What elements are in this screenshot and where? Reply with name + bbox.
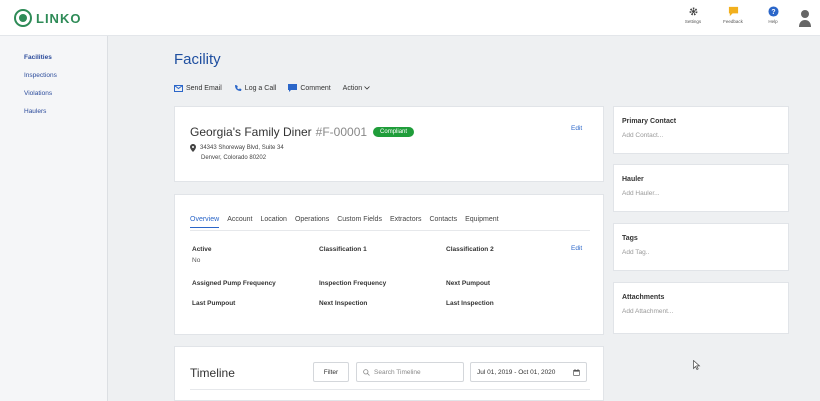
search-icon bbox=[363, 368, 370, 376]
attachments-title: Attachments bbox=[622, 294, 665, 301]
facility-header-card: Georgia's Family Diner #F-00001 Complian… bbox=[174, 106, 604, 182]
sidebar-item-violations[interactable]: Violations bbox=[24, 90, 52, 97]
calendar-icon bbox=[573, 368, 580, 376]
gear-icon bbox=[687, 5, 699, 17]
feedback-button[interactable]: Feedback bbox=[718, 5, 748, 24]
facility-id: #F-00001 bbox=[315, 125, 368, 139]
settings-button[interactable]: Settings bbox=[678, 5, 708, 24]
sidebar: Facilities Inspections Violations Hauler… bbox=[0, 36, 108, 401]
tab-divider bbox=[190, 230, 590, 231]
next-inspection-label: Next Inspection bbox=[319, 300, 368, 307]
timeline-card: Timeline Filter Search Timeline Jul 01, … bbox=[174, 346, 604, 401]
address-line-2: Denver, Colorado 80202 bbox=[201, 155, 267, 161]
assigned-pump-frequency-label: Assigned Pump Frequency bbox=[192, 280, 276, 287]
timeline-search-input[interactable]: Search Timeline bbox=[356, 362, 464, 382]
search-placeholder: Search Timeline bbox=[374, 368, 421, 376]
filter-label: Filter bbox=[323, 368, 339, 376]
address-line-1: 34343 Shoreway Blvd, Suite 34 bbox=[190, 144, 284, 152]
date-range-value: Jul 01, 2019 - Oct 01, 2020 bbox=[477, 368, 556, 376]
filter-button[interactable]: Filter bbox=[313, 362, 349, 382]
add-contact-link[interactable]: Add Contact... bbox=[622, 132, 663, 139]
tab-equipment[interactable]: Equipment bbox=[465, 216, 498, 228]
tags-title: Tags bbox=[622, 235, 638, 242]
classification-2-label: Classification 2 bbox=[446, 246, 494, 253]
envelope-icon bbox=[174, 84, 183, 92]
next-pumpout-label: Next Pumpout bbox=[446, 280, 491, 287]
tab-operations[interactable]: Operations bbox=[295, 216, 329, 228]
hauler-title: Hauler bbox=[622, 176, 644, 183]
tab-location[interactable]: Location bbox=[260, 216, 286, 228]
tab-contacts[interactable]: Contacts bbox=[429, 216, 457, 228]
classification-1-label: Classification 1 bbox=[319, 246, 367, 253]
tab-bar: Overview Account Location Operations Cus… bbox=[190, 216, 507, 228]
svg-text:?: ? bbox=[771, 8, 775, 15]
top-icons: Settings Feedback ? Help bbox=[678, 5, 812, 28]
inspection-frequency-label: Inspection Frequency bbox=[319, 280, 387, 287]
help-icon: ? bbox=[767, 5, 779, 17]
status-badge: Compliant bbox=[373, 127, 415, 137]
add-hauler-link[interactable]: Add Hauler... bbox=[622, 190, 660, 197]
chevron-down-icon bbox=[364, 86, 370, 90]
add-tag-link[interactable]: Add Tag.. bbox=[622, 249, 649, 256]
user-avatar-icon[interactable] bbox=[798, 8, 812, 28]
attachments-card: Attachments Add Attachment... bbox=[613, 282, 789, 334]
timeline-title: Timeline bbox=[190, 366, 235, 380]
logo-icon bbox=[14, 9, 32, 27]
primary-contact-card: Primary Contact Add Contact... bbox=[613, 106, 789, 154]
date-range-picker[interactable]: Jul 01, 2019 - Oct 01, 2020 bbox=[470, 362, 587, 382]
phone-icon bbox=[234, 84, 242, 92]
comment-button[interactable]: Comment bbox=[288, 84, 331, 92]
address-line-1-text: 34343 Shoreway Blvd, Suite 34 bbox=[200, 145, 284, 151]
active-value: No bbox=[192, 257, 201, 264]
feedback-label: Feedback bbox=[723, 19, 743, 24]
send-email-label: Send Email bbox=[186, 84, 222, 92]
help-label: Help bbox=[768, 19, 778, 24]
sidebar-item-facilities[interactable]: Facilities bbox=[24, 54, 52, 61]
hauler-card: Hauler Add Hauler... bbox=[613, 164, 789, 212]
facility-name-row: Georgia's Family Diner #F-00001 Complian… bbox=[190, 125, 415, 139]
comment-label: Comment bbox=[300, 84, 331, 92]
action-label: Action bbox=[342, 84, 363, 92]
details-edit-link[interactable]: Edit bbox=[571, 245, 582, 252]
page-title: Facility bbox=[174, 51, 221, 68]
sidebar-item-haulers[interactable]: Haulers bbox=[24, 108, 46, 115]
sidebar-item-inspections[interactable]: Inspections bbox=[24, 72, 57, 79]
tab-custom-fields[interactable]: Custom Fields bbox=[337, 216, 382, 228]
action-dropdown[interactable]: Action bbox=[343, 85, 373, 92]
top-bar: LINKO Settings Feedback ? Help bbox=[0, 0, 820, 36]
mouse-cursor-icon bbox=[693, 359, 701, 370]
tags-card: Tags Add Tag.. bbox=[613, 223, 789, 271]
last-pumpout-label: Last Pumpout bbox=[192, 300, 236, 307]
log-call-button[interactable]: Log a Call bbox=[234, 84, 277, 92]
active-label: Active bbox=[192, 246, 212, 253]
help-button[interactable]: ? Help bbox=[758, 5, 788, 24]
tab-overview[interactable]: Overview bbox=[190, 216, 220, 228]
tab-extractors[interactable]: Extractors bbox=[390, 216, 422, 228]
settings-label: Settings bbox=[684, 19, 702, 24]
logo[interactable]: LINKO bbox=[14, 9, 81, 27]
tab-account[interactable]: Account bbox=[227, 216, 252, 228]
last-inspection-label: Last Inspection bbox=[446, 300, 494, 307]
facility-edit-link[interactable]: Edit bbox=[571, 125, 582, 132]
add-attachment-link[interactable]: Add Attachment... bbox=[622, 308, 673, 315]
action-bar: Send Email Log a Call Comment Action bbox=[174, 84, 385, 92]
timeline-divider bbox=[190, 389, 590, 390]
app-name: LINKO bbox=[36, 10, 82, 26]
comment-icon bbox=[288, 84, 298, 92]
send-email-button[interactable]: Send Email bbox=[174, 84, 222, 92]
feedback-icon bbox=[727, 5, 739, 17]
facility-name: Georgia's Family Diner bbox=[190, 125, 312, 139]
facility-details-card: Overview Account Location Operations Cus… bbox=[174, 194, 604, 335]
log-call-label: Log a Call bbox=[244, 84, 277, 92]
map-pin-icon bbox=[190, 144, 196, 152]
primary-contact-title: Primary Contact bbox=[622, 118, 677, 125]
